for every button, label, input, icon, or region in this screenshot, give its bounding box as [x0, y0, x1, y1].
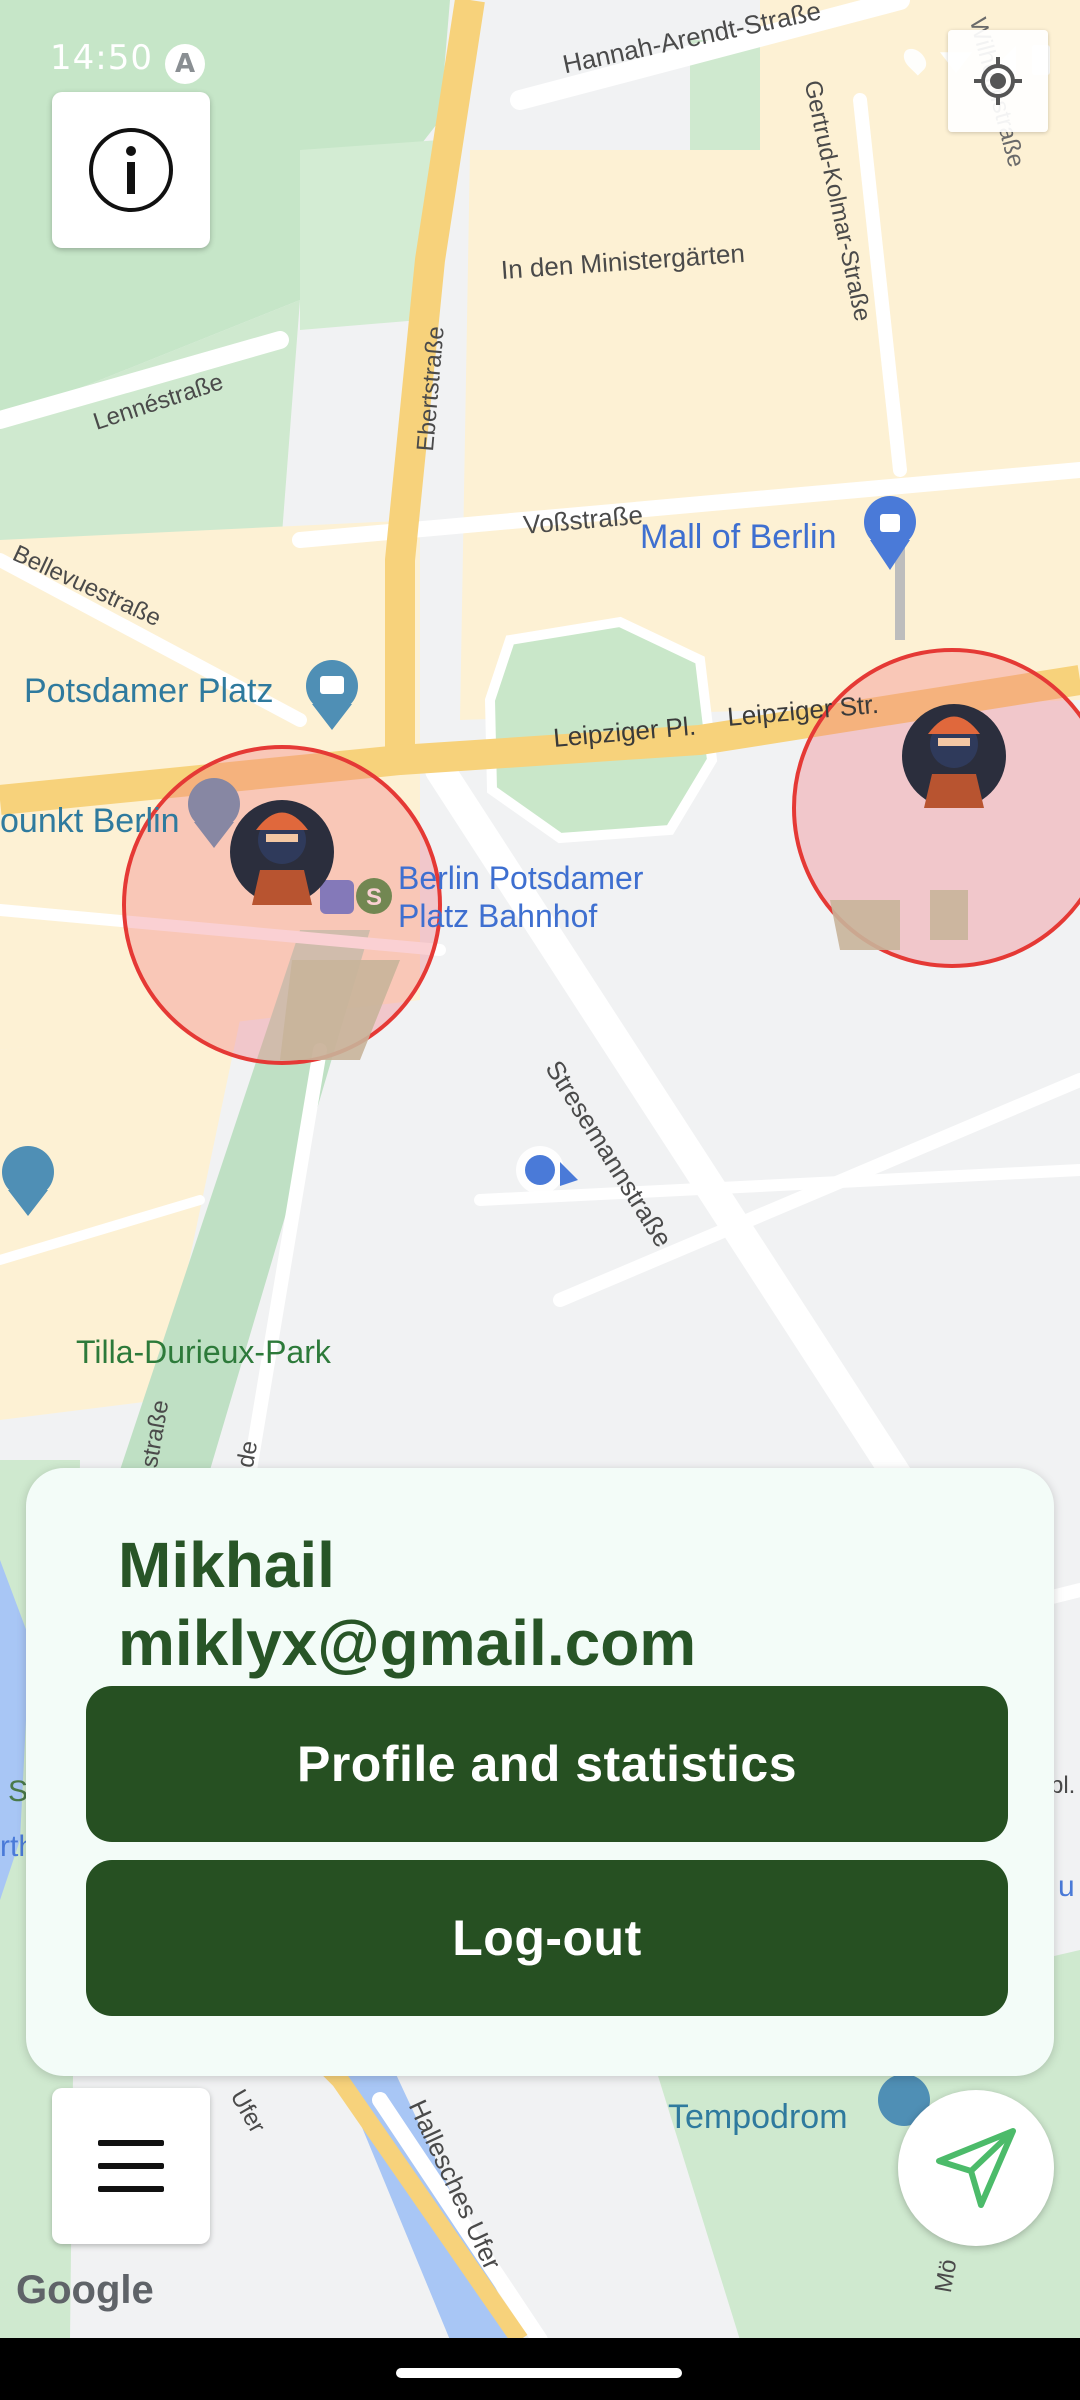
thief-avatar-right	[902, 704, 1006, 808]
info-icon	[89, 128, 173, 212]
place-label-mall-of-berlin[interactable]: Mall of Berlin	[640, 518, 837, 557]
home-gesture-handle[interactable]	[396, 2368, 682, 2378]
place-label-potsdamer-platz[interactable]: Potsdamer Platz	[24, 672, 273, 711]
user-name: Mikhail	[118, 1529, 335, 1601]
place-label-tilla-durieux-park[interactable]: Tilla-Durieux-Park	[76, 1334, 331, 1371]
logout-button[interactable]: Log-out	[86, 1860, 1008, 2016]
user-card: Mikhail miklyx@gmail.com Profile and sta…	[26, 1468, 1054, 2076]
place-label-station-line2[interactable]: Platz Bahnhof	[398, 898, 597, 935]
street-label-partial-u: u	[1058, 1870, 1075, 1903]
navigation-arrow-icon	[936, 2128, 1016, 2208]
status-time: 14:50	[50, 38, 153, 78]
google-logo-text: Google	[16, 2268, 154, 2312]
location-status-icon	[899, 44, 931, 76]
street-label-partial-moe: Mö	[930, 2257, 963, 2295]
hamburger-menu-icon	[98, 2140, 164, 2192]
my-location-button[interactable]	[948, 30, 1048, 132]
place-label-punkt-berlin[interactable]: ounkt Berlin	[0, 802, 180, 841]
street-label-partial-s: S	[8, 1775, 29, 1808]
user-email: miklyx@gmail.com	[118, 1607, 697, 1679]
status-notification-badge: A	[165, 44, 205, 84]
place-label-tempodrom[interactable]: Tempodrom	[668, 2098, 848, 2137]
google-logo: Google	[16, 2268, 154, 2313]
info-button[interactable]	[52, 92, 210, 248]
my-location-icon	[974, 57, 1022, 105]
profile-statistics-button[interactable]: Profile and statistics	[86, 1686, 1008, 1842]
place-label-station-line1[interactable]: Berlin Potsdamer	[398, 860, 643, 897]
menu-button[interactable]	[52, 2088, 210, 2244]
street-label-partial-de: de	[232, 1438, 264, 1470]
navigation-button[interactable]	[898, 2090, 1054, 2246]
